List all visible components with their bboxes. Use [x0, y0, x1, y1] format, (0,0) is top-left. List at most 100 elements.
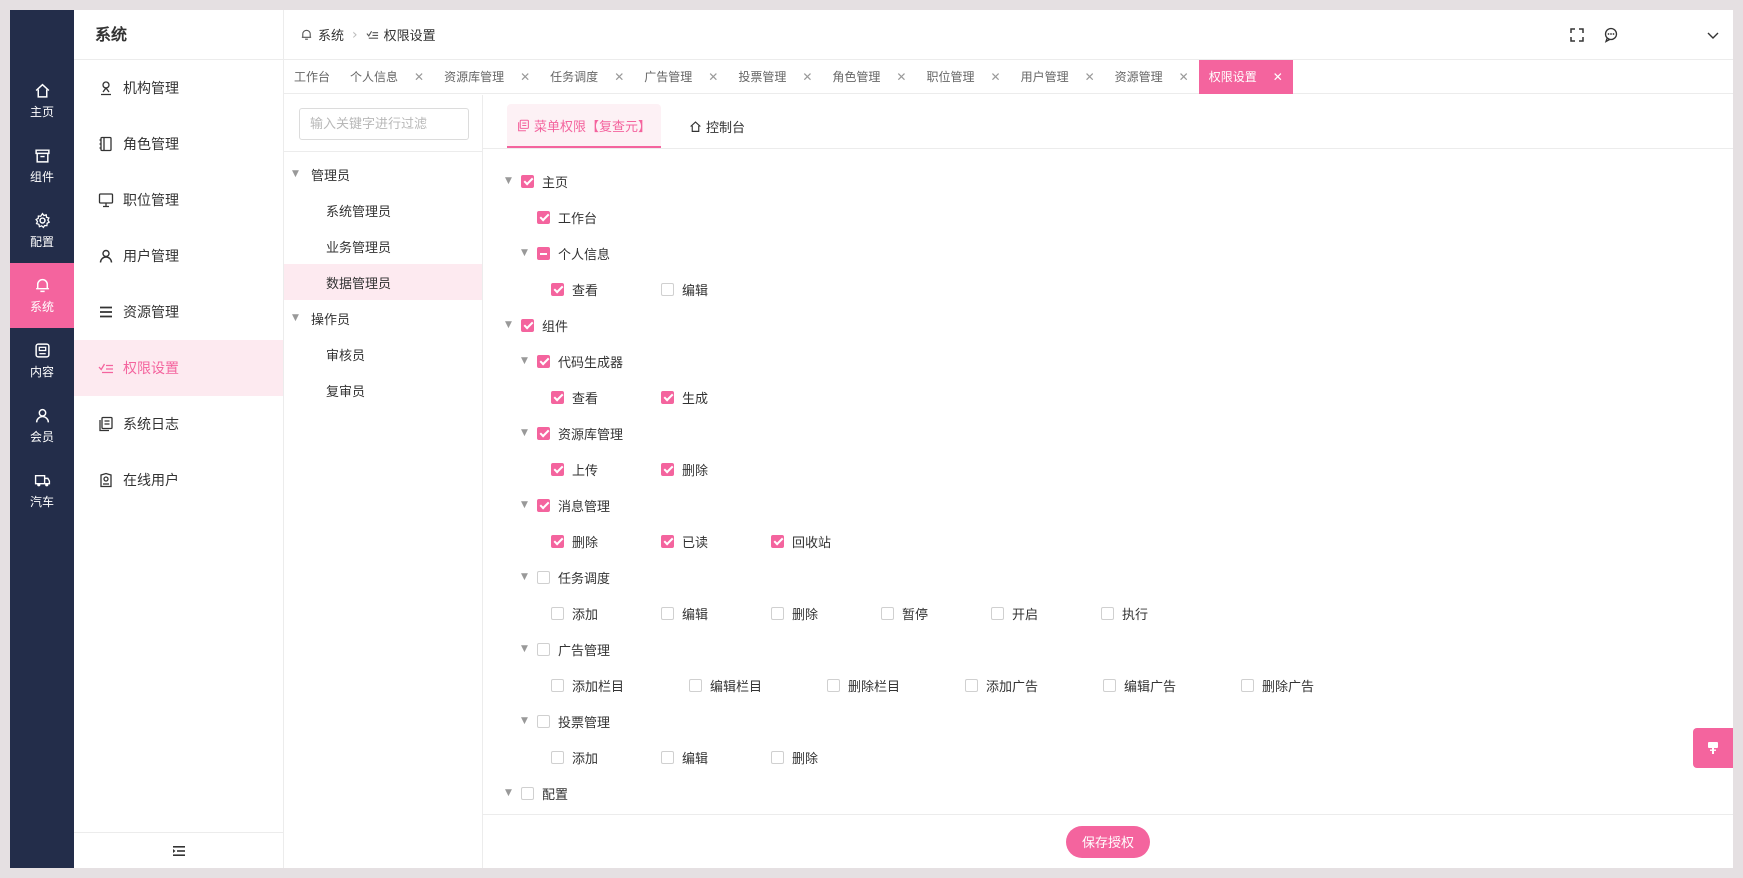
close-icon[interactable]: ✕	[414, 70, 424, 84]
checkbox[interactable]	[827, 678, 840, 692]
rail-item-4[interactable]: 内容	[10, 328, 74, 393]
role-item[interactable]: 业务管理员	[284, 228, 482, 264]
checkbox[interactable]	[537, 570, 550, 584]
checkbox[interactable]	[661, 750, 674, 764]
permission-node[interactable]: ▼ 代码生成器	[505, 343, 1733, 379]
role-filter-input[interactable]	[299, 108, 469, 140]
checkbox[interactable]	[521, 174, 534, 188]
floating-action-button[interactable]	[1693, 728, 1733, 768]
permission-node[interactable]: ▼ 消息管理	[505, 487, 1733, 523]
checkbox[interactable]	[771, 534, 784, 548]
close-icon[interactable]: ✕	[614, 70, 624, 84]
page-tab[interactable]: 权限设置 ✕	[1198, 59, 1293, 94]
permission-node[interactable]: ▼ 投票管理	[505, 703, 1733, 739]
submenu-item-0[interactable]: 机构管理	[74, 60, 283, 116]
role-group[interactable]: ▼ 操作员	[284, 300, 482, 336]
submenu-item-2[interactable]: 职位管理	[74, 172, 283, 228]
checkbox[interactable]	[537, 498, 550, 512]
checkbox[interactable]	[521, 786, 534, 800]
caret-down-icon[interactable]: ▼	[521, 644, 531, 654]
permission-checkbox[interactable]: 删除栏目	[827, 676, 965, 695]
checkbox[interactable]	[771, 606, 784, 620]
permission-checkbox[interactable]: 添加	[551, 604, 661, 623]
permission-checkbox[interactable]: 删除	[551, 532, 661, 551]
caret-down-icon[interactable]: ▼	[521, 716, 531, 726]
caret-down-icon[interactable]: ▼	[292, 313, 304, 323]
permission-node[interactable]: ▼ 广告管理	[505, 631, 1733, 667]
rail-item-1[interactable]: 组件	[10, 133, 74, 198]
permission-checkbox[interactable]: 添加栏目	[551, 676, 689, 695]
checkbox[interactable]	[661, 282, 674, 296]
close-icon[interactable]: ✕	[520, 70, 530, 84]
permission-checkbox[interactable]: 已读	[661, 532, 771, 551]
caret-down-icon[interactable]: ▼	[505, 320, 515, 330]
caret-down-icon[interactable]: ▼	[505, 788, 515, 798]
close-icon[interactable]: ✕	[896, 70, 906, 84]
checkbox[interactable]	[1241, 678, 1254, 692]
close-icon[interactable]: ✕	[708, 70, 718, 84]
close-icon[interactable]: ✕	[1085, 70, 1095, 84]
permission-node[interactable]: ▼ 配置	[505, 775, 1733, 811]
checkbox[interactable]	[551, 750, 564, 764]
rail-item-3[interactable]: 系统	[10, 263, 74, 328]
rail-item-2[interactable]: 配置	[10, 198, 74, 263]
fullscreen-icon[interactable]	[1569, 27, 1585, 43]
caret-down-icon[interactable]: ▼	[521, 428, 531, 438]
collapse-menu-button[interactable]	[74, 832, 283, 868]
checkbox[interactable]	[661, 606, 674, 620]
permission-checkbox[interactable]: 编辑栏目	[689, 676, 827, 695]
checkbox[interactable]	[689, 678, 702, 692]
close-icon[interactable]: ✕	[1179, 70, 1189, 84]
permission-checkbox[interactable]: 暂停	[881, 604, 991, 623]
submenu-item-6[interactable]: 系统日志	[74, 396, 283, 452]
close-icon[interactable]: ✕	[1273, 70, 1283, 84]
caret-down-icon[interactable]: ▼	[292, 169, 304, 179]
permission-checkbox[interactable]: 上传	[551, 460, 661, 479]
page-tab[interactable]: 工作台	[284, 60, 340, 94]
role-group[interactable]: ▼ 管理员	[284, 156, 482, 192]
permission-node[interactable]: 工作台	[505, 199, 1733, 235]
checkbox[interactable]	[661, 462, 674, 476]
permission-checkbox[interactable]: 查看	[551, 280, 661, 299]
permission-checkbox[interactable]: 删除广告	[1241, 676, 1379, 695]
submenu-item-5[interactable]: 权限设置	[74, 340, 283, 396]
checkbox[interactable]	[1101, 606, 1114, 620]
close-icon[interactable]: ✕	[802, 70, 812, 84]
permission-checkbox[interactable]: 编辑	[661, 604, 771, 623]
permission-node[interactable]: ▼ 组件	[505, 307, 1733, 343]
page-tab[interactable]: 资源库管理 ✕	[434, 60, 540, 94]
checkbox[interactable]	[771, 750, 784, 764]
permission-checkbox[interactable]: 编辑广告	[1103, 676, 1241, 695]
permission-node[interactable]: ▼ 任务调度	[505, 559, 1733, 595]
permission-checkbox[interactable]: 回收站	[771, 532, 881, 551]
checkbox[interactable]	[551, 462, 564, 476]
checkbox[interactable]	[881, 606, 894, 620]
submenu-item-7[interactable]: 在线用户	[74, 452, 283, 508]
checkbox[interactable]	[537, 426, 550, 440]
checkbox[interactable]	[537, 246, 550, 260]
checkbox[interactable]	[661, 390, 674, 404]
page-tab[interactable]: 资源管理 ✕	[1105, 60, 1199, 94]
rail-item-5[interactable]: 会员	[10, 393, 74, 458]
checkbox[interactable]	[521, 318, 534, 332]
role-item[interactable]: 系统管理员	[284, 192, 482, 228]
checkbox[interactable]	[965, 678, 978, 692]
page-tab[interactable]: 个人信息 ✕	[340, 60, 434, 94]
page-tab[interactable]: 任务调度 ✕	[540, 60, 634, 94]
rail-item-0[interactable]: 主页	[10, 68, 74, 133]
permission-checkbox[interactable]: 添加广告	[965, 676, 1103, 695]
permission-checkbox[interactable]: 执行	[1101, 604, 1211, 623]
permission-node[interactable]: ▼ 个人信息	[505, 235, 1733, 271]
checkbox[interactable]	[991, 606, 1004, 620]
submenu-item-1[interactable]: 角色管理	[74, 116, 283, 172]
breadcrumb-item-system[interactable]: 系统	[318, 25, 344, 44]
permission-tab[interactable]: 控制台	[679, 104, 755, 148]
caret-down-icon[interactable]: ▼	[521, 500, 531, 510]
role-item[interactable]: 数据管理员	[284, 264, 482, 300]
page-tab[interactable]: 用户管理 ✕	[1011, 60, 1105, 94]
permission-checkbox[interactable]: 编辑	[661, 280, 771, 299]
rail-item-6[interactable]: 汽车	[10, 458, 74, 523]
submenu-item-4[interactable]: 资源管理	[74, 284, 283, 340]
caret-down-icon[interactable]: ▼	[521, 572, 531, 582]
permission-node[interactable]: ▼ 资源库管理	[505, 415, 1733, 451]
